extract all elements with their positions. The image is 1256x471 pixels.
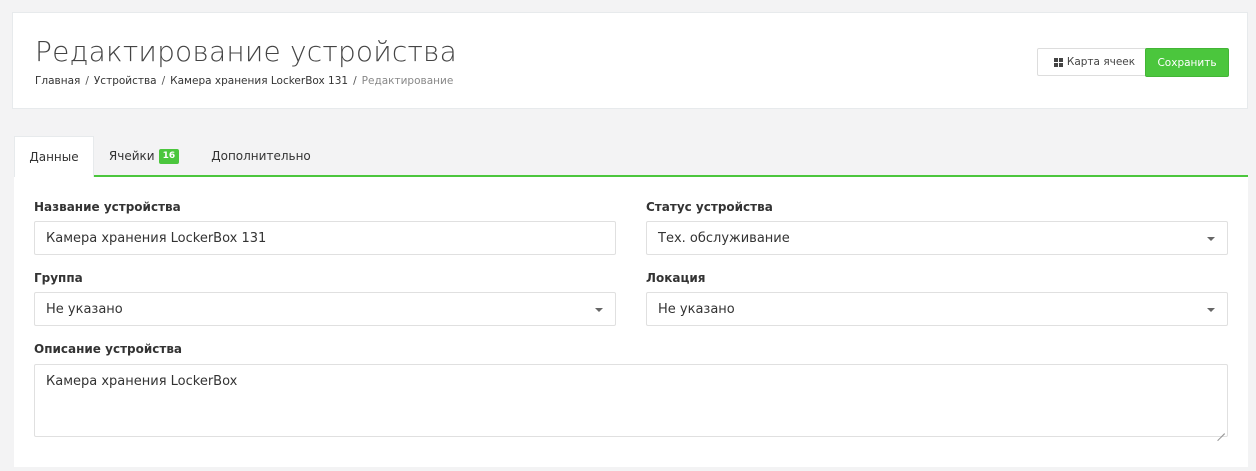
tab-additional[interactable]: Дополнительно: [196, 136, 326, 176]
group-label: Группа: [34, 271, 83, 285]
breadcrumb-separator: /: [85, 75, 89, 87]
tab-data[interactable]: Данные: [14, 136, 94, 177]
chevron-down-icon: [1207, 308, 1215, 312]
device-status-select[interactable]: Тех. обслуживание: [646, 221, 1228, 255]
chevron-down-icon: [595, 308, 603, 312]
group-value: Не указано: [46, 301, 123, 317]
device-name-input[interactable]: Камера хранения LockerBox 131: [34, 221, 616, 255]
description-textarea[interactable]: Камера хранения LockerBox: [34, 364, 1228, 437]
device-name-label: Название устройства: [34, 200, 181, 214]
breadcrumb-separator: /: [161, 75, 166, 87]
tab-additional-label: Дополнительно: [211, 149, 311, 163]
group-select[interactable]: Не указано: [34, 292, 616, 326]
location-select[interactable]: Не указано: [646, 292, 1228, 326]
location-value: Не указано: [658, 301, 735, 317]
breadcrumb-device[interactable]: Камера хранения LockerBox 131: [170, 75, 348, 87]
description-value: Камера хранения LockerBox: [46, 374, 238, 389]
device-status-label: Статус устройства: [646, 200, 773, 214]
location-label: Локация: [646, 271, 706, 285]
chevron-down-icon: [1207, 237, 1215, 241]
tab-cells[interactable]: Ячейки 16: [96, 136, 192, 176]
breadcrumb-home[interactable]: Главная: [35, 75, 80, 87]
breadcrumb: Главная / Устройства / Камера хранения Locke…: [35, 75, 453, 87]
form-panel: Название устройства Камера хранения Lock…: [14, 175, 1248, 467]
cell-map-button[interactable]: Карта ячеек: [1037, 48, 1152, 76]
page-header: Редактирование устройства Главная / Устрой…: [12, 12, 1248, 109]
tab-data-label: Данные: [29, 150, 79, 164]
breadcrumb-separator: /: [353, 75, 357, 87]
cell-map-button-label: Карта ячеек: [1066, 56, 1136, 68]
description-label: Описание устройства: [34, 342, 183, 356]
tab-cells-label: Ячейки: [108, 149, 155, 163]
breadcrumb-devices[interactable]: Устройства: [94, 75, 157, 87]
grid-icon: [1053, 57, 1063, 67]
cells-count-badge: 16: [158, 148, 180, 164]
page-title: Редактирование устройства: [35, 35, 458, 68]
device-status-value: Тех. обслуживание: [658, 230, 790, 246]
save-button[interactable]: Сохранить: [1145, 48, 1229, 77]
resize-handle-icon[interactable]: [1217, 426, 1225, 434]
breadcrumb-current: Редактирование: [361, 75, 454, 87]
